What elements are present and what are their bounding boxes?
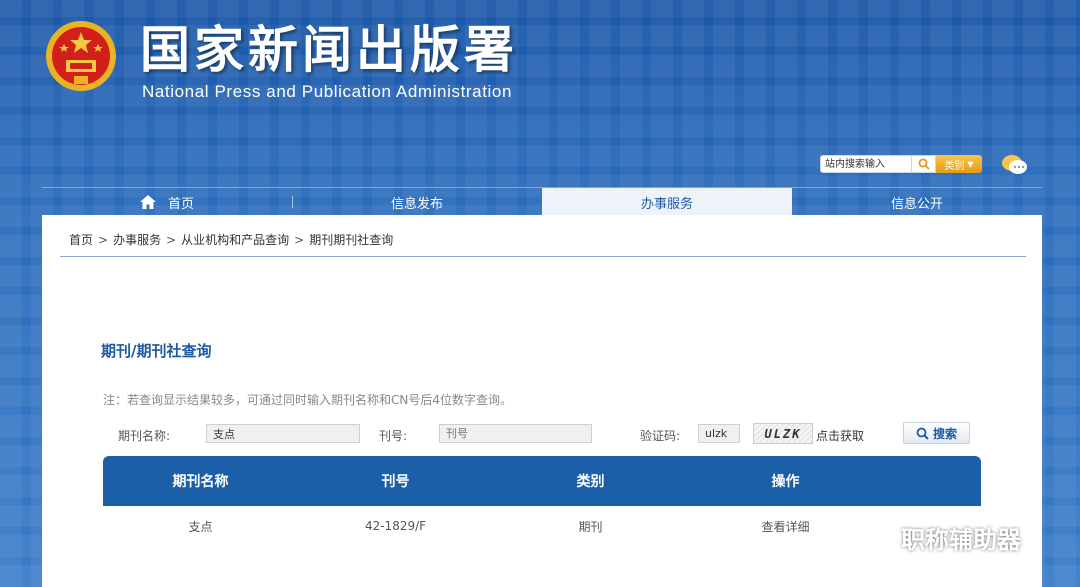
breadcrumb-separator: > [98, 233, 109, 247]
site-search: 类别 ▼ [820, 155, 982, 173]
breadcrumb-org-query[interactable]: 从业机构和产品查询 [181, 233, 289, 247]
captcha-image[interactable]: ULZK [753, 423, 813, 444]
site-title: 国家新闻出版署 [140, 21, 518, 79]
breadcrumb-divider [60, 256, 1026, 257]
search-button[interactable]: 搜索 [903, 422, 970, 444]
nav-item-info-release[interactable]: 信息发布 [292, 188, 542, 216]
journal-name-label: 期刊名称: [118, 429, 171, 443]
issue-number-label: 刊号: [379, 429, 408, 443]
wechat-icon [858, 523, 895, 551]
results-table: 期刊名称 刊号 类别 操作 支点 42-1829/F 期刊 查看详细 [103, 456, 981, 546]
breadcrumb-current: 期刊期刊社查询 [309, 233, 394, 247]
breadcrumb-services[interactable]: 办事服务 [113, 233, 161, 247]
watermark-text: 职称辅助器 [901, 526, 1021, 554]
nav-item-services[interactable]: 办事服务 [542, 188, 792, 216]
cell-category: 期刊 [578, 519, 603, 534]
search-icon [916, 427, 929, 440]
search-icon [918, 158, 930, 170]
nav-item-label: 信息发布 [390, 196, 443, 212]
query-note: 注：若查询显示结果较多，可通过同时输入期刊名称和CN号后4位数字查询。 [103, 393, 512, 407]
column-header-issue: 刊号 [381, 474, 410, 490]
national-emblem-icon [46, 21, 116, 91]
column-header-category: 类别 [576, 474, 605, 490]
nav-item-label: 信息公开 [890, 196, 943, 212]
query-form: 期刊名称: 刊号: 验证码: ULZK 点击获取 搜索 [42, 422, 1042, 446]
view-details-link[interactable]: 查看详细 [688, 506, 883, 546]
nav-item-label: 办事服务 [640, 196, 693, 212]
captcha-input[interactable] [698, 424, 740, 443]
nav-item-label: 首页 [167, 196, 194, 212]
breadcrumb: 首页 > 办事服务 > 从业机构和产品查询 > 期刊期刊社查询 [69, 231, 393, 248]
site-search-button[interactable] [912, 155, 936, 173]
breadcrumb-home[interactable]: 首页 [69, 233, 93, 247]
results-header: 期刊名称 刊号 类别 操作 [103, 456, 981, 506]
category-select[interactable]: 类别 ▼ [936, 155, 982, 173]
nav-item-disclosure[interactable]: 信息公开 [792, 188, 1042, 216]
category-select-label: 类别 [944, 160, 965, 172]
site-subtitle: National Press and Publication Administr… [142, 82, 513, 101]
captcha-refresh-link[interactable]: 点击获取 [816, 427, 864, 444]
cell-issue-number: 42-1829/F [364, 519, 427, 533]
column-header-name: 期刊名称 [172, 474, 229, 490]
column-header-action: 操作 [771, 474, 800, 490]
cell-journal-name: 支点 [188, 519, 213, 534]
captcha-image-text: ULZK [764, 426, 802, 441]
captcha-label: 验证码: [640, 429, 681, 443]
chat-bubble-icon[interactable] [1000, 153, 1028, 177]
breadcrumb-separator: > [166, 233, 177, 247]
chevron-down-icon: ▼ [967, 159, 974, 169]
journal-name-input[interactable] [206, 424, 360, 443]
issue-number-input[interactable] [439, 424, 592, 443]
breadcrumb-separator: > [294, 233, 305, 247]
home-icon [139, 195, 156, 209]
wechat-watermark: 职称辅助器 [857, 520, 1021, 555]
main-nav: 首页 信息发布 办事服务 信息公开 [42, 187, 1042, 216]
search-button-label: 搜索 [932, 426, 957, 441]
site-search-input[interactable] [820, 155, 912, 173]
page-title: 期刊/期刊社查询 [101, 342, 212, 360]
table-row: 支点 42-1829/F 期刊 查看详细 [103, 506, 981, 546]
nav-item-home[interactable]: 首页 [42, 188, 292, 216]
